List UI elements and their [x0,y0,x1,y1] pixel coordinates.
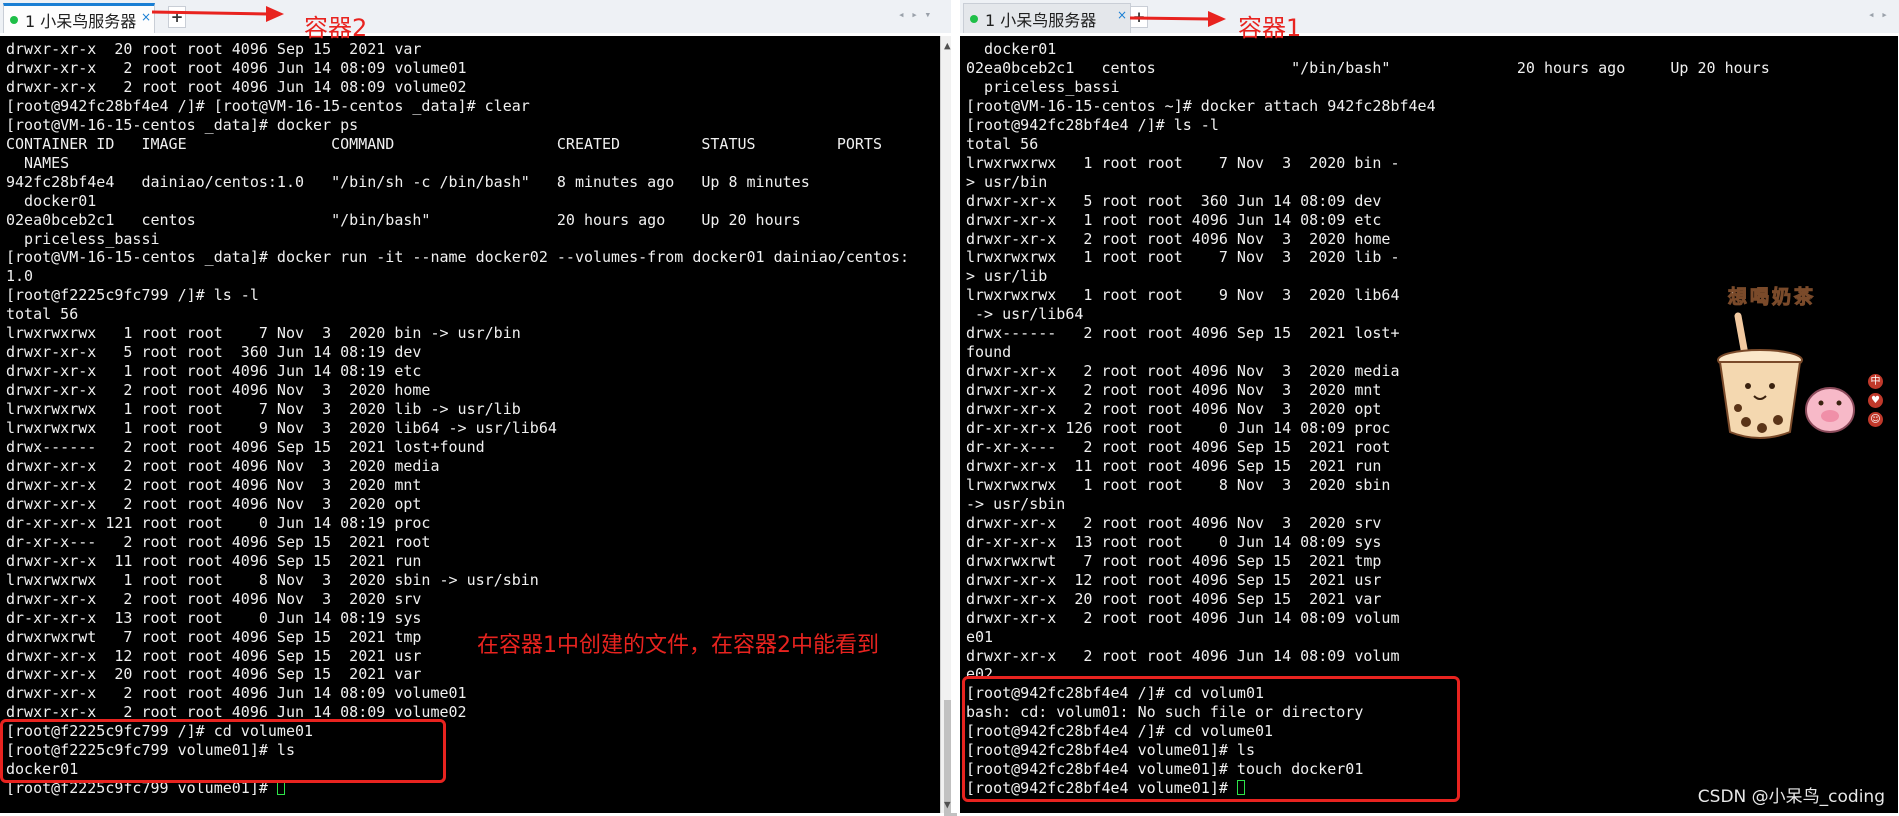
terminal-line: lrwxrwxrwx 1 root root 9 Nov 3 2020 lib6… [966,286,1400,305]
terminal-line: dr-xr-x--- 2 root root 4096 Sep 15 2021 … [6,532,431,551]
terminal-line: total 56 [6,305,79,324]
terminal-line: drwxr-xr-x 2 root root 4096 Nov 3 2020 m… [6,475,422,494]
scroll-down-icon[interactable]: ▼ [944,798,951,811]
terminal-line: docker01 [6,191,97,210]
terminal-line: total 56 [966,134,1039,153]
terminal-line: dr-xr-x--- 2 root root 4096 Sep 15 2021 … [966,438,1391,457]
terminal-line: > usr/lib [966,267,1048,286]
tab-label: 1 小呆鸟服务器 [985,10,1097,30]
terminal-line: dr-xr-xr-x 121 root root 0 Jun 14 08:19 … [6,513,431,532]
pane-divider[interactable] [951,0,960,813]
terminal-line: drwxr-xr-x 2 root root 4096 Nov 3 2020 m… [966,362,1400,381]
terminal-line: lrwxrwxrwx 1 root root 9 Nov 3 2020 lib6… [6,419,557,438]
terminal-lines: drwxr-xr-x 20 root root 4096 Sep 15 2021… [0,36,940,798]
terminal-line: priceless_bassi [966,77,1120,96]
terminal-line: lrwxrwxrwx 1 root root 8 Nov 3 2020 sbin [966,475,1391,494]
terminal-line: drwxr-xr-x 20 root root 4096 Sep 15 2021… [966,589,1382,608]
label-container1: 容器1 [1238,14,1302,42]
left-terminal-window: 1 小呆鸟服务器 × + ◂ ▸ ▾ drwxr-xr-x 20 root ro… [0,0,960,816]
arrow-icon [1129,11,1226,27]
terminal-line: drwxr-xr-x 1 root root 4096 Jun 14 08:09… [966,210,1382,229]
terminal-line: lrwxrwxrwx 1 root root 8 Nov 3 2020 sbin… [6,570,539,589]
tab-bar: 1 小呆鸟服务器 × + ◂ ▸ [960,0,1899,33]
terminal-line: [root@f2225c9fc799 /]# ls -l [6,286,259,305]
terminal-line: dr-xr-xr-x 13 root root 0 Jun 14 08:09 s… [966,532,1382,551]
terminal-line: lrwxrwxrwx 1 root root 7 Nov 3 2020 bin … [6,324,521,343]
terminal-line: e01 [966,627,994,646]
terminal-line: -> usr/sbin [966,494,1066,513]
terminal-line: drwxr-xr-x 2 root root 4096 Nov 3 2020 o… [966,400,1382,419]
terminal-line: priceless_bassi [6,229,160,248]
terminal-line: drwxr-xr-x 20 root root 4096 Sep 15 2021… [6,665,422,684]
label-container2: 容器2 [304,14,368,42]
terminal-line: [root@VM-16-15-centos ~]# docker attach … [966,96,1436,115]
terminal-line: drwxr-xr-x 2 root root 4096 Jun 14 08:09… [6,77,467,96]
highlight-box-right [962,676,1460,802]
terminal-line: lrwxrwxrwx 1 root root 7 Nov 3 2020 lib … [6,400,521,419]
watermark: CSDN @小呆鸟_coding [1697,787,1885,807]
terminal-line: 942fc28bf4e4 dainiao/centos:1.0 "/bin/sh… [6,172,810,191]
terminal-line: drwxr-xr-x 5 root root 360 Jun 14 08:09 … [966,191,1382,210]
terminal-line: dr-xr-xr-x 126 root root 0 Jun 14 08:09 … [966,419,1391,438]
smile-icon: ☺ [1868,412,1883,427]
heart-icon: ♥ [1868,393,1883,408]
terminal-line: [root@VM-16-15-centos _data]# docker ps [6,115,359,134]
terminal-line: lrwxrwxrwx 1 root root 7 Nov 3 2020 lib … [966,248,1400,267]
terminal-line: drwxr-xr-x 2 root root 4096 Jun 14 08:09… [966,646,1400,665]
tab-session[interactable]: 1 小呆鸟服务器 × [3,3,155,33]
terminal-line: drwxrwxrwt 7 root root 4096 Sep 15 2021 … [6,627,422,646]
terminal-line: drwxr-xr-x 11 root root 4096 Sep 15 2021… [6,551,422,570]
terminal-line: drwxr-xr-x 12 root root 4096 Sep 15 2021… [6,646,422,665]
terminal-line: drwxrwxrwt 7 root root 4096 Sep 15 2021 … [966,551,1382,570]
terminal-line: drwxr-xr-x 2 root root 4096 Nov 3 2020 m… [6,456,440,475]
terminal-line: drwxr-xr-x 2 root root 4096 Jun 14 08:09… [6,58,467,77]
terminal-line: drwx------ 2 root root 4096 Sep 15 2021 … [6,438,485,457]
scroll-up-icon[interactable]: ▲ [944,39,951,52]
terminal-line: drwxr-xr-x 12 root root 4096 Sep 15 2021… [966,570,1382,589]
close-icon[interactable]: × [1117,8,1127,22]
arrow-icon [151,6,284,22]
terminal-line: lrwxrwxrwx 1 root root 7 Nov 3 2020 bin … [966,153,1400,172]
highlight-box-left [0,719,446,783]
terminal-line: drwxr-xr-x 2 root root 4096 Jun 14 08:09… [6,684,467,703]
terminal-line: 02ea0bceb2c1 centos "/bin/bash" 20 hours… [966,58,1770,77]
tab-nav-arrows-icon[interactable]: ◂ ▸ ▾ [898,8,931,21]
terminal-line: drwxr-xr-x 2 root root 4096 Nov 3 2020 h… [6,381,431,400]
terminal-line: [root@942fc28bf4e4 /]# [root@VM-16-15-ce… [6,96,530,115]
terminal-line: drwxr-xr-x 2 root root 4096 Nov 3 2020 m… [966,381,1382,400]
terminal-line: dr-xr-xr-x 13 root root 0 Jun 14 08:19 s… [6,608,422,627]
terminal-line: -> usr/lib64 [966,305,1084,324]
status-dot-icon [10,15,18,24]
terminal-line: NAMES [6,153,70,172]
sticker-badges: 中 ♥ ☺ [1868,374,1883,427]
terminal-line: drwxr-xr-x 2 root root 4096 Nov 3 2020 s… [6,589,422,608]
terminal-line: drwxr-xr-x 2 root root 4096 Jun 14 08:09… [966,608,1400,627]
terminal-line: [root@VM-16-15-centos _data]# docker run… [6,248,910,267]
terminal-line: drwxr-xr-x 2 root root 4096 Nov 3 2020 o… [6,494,422,513]
terminal-line: drwxr-xr-x 1 root root 4096 Jun 14 08:19… [6,362,422,381]
tab-bar: 1 小呆鸟服务器 × + ◂ ▸ ▾ [0,0,960,33]
annotation-caption: 在容器1中创建的文件，在容器2中能看到 [477,633,879,658]
milk-tea-cup-icon [1717,312,1855,439]
badge-icon: 中 [1868,374,1883,389]
tab-label: 1 小呆鸟服务器 [25,11,137,31]
terminal-line: found [966,343,1012,362]
terminal-line: docker01 [966,40,1057,58]
terminal-line: drwxr-xr-x 2 root root 4096 Nov 3 2020 s… [966,513,1382,532]
terminal-output[interactable]: drwxr-xr-x 20 root root 4096 Sep 15 2021… [0,36,940,813]
terminal-line: [root@942fc28bf4e4 /]# ls -l [966,115,1219,134]
terminal-line: > usr/bin [966,172,1048,191]
terminal-line: drwx------ 2 root root 4096 Sep 15 2021 … [966,324,1400,343]
terminal-line: drwxr-xr-x 5 root root 360 Jun 14 08:19 … [6,343,422,362]
terminal-line: CONTAINER ID IMAGE COMMAND CREATED STATU… [6,134,882,153]
terminal-line: 1.0 [6,267,34,286]
terminal-line: 02ea0bceb2c1 centos "/bin/bash" 20 hours… [6,210,801,229]
status-dot-icon [970,14,978,23]
milk-tea-sticker: 想喝奶茶 中 ♥ ☺ [1708,282,1888,452]
tab-session[interactable]: 1 小呆鸟服务器 × [963,3,1131,33]
terminal-line: drwxr-xr-x 11 root root 4096 Sep 15 2021… [966,456,1382,475]
terminal-line: drwxr-xr-x 2 root root 4096 Nov 3 2020 h… [966,229,1391,248]
tab-nav-arrows-icon[interactable]: ◂ ▸ [1868,8,1888,21]
